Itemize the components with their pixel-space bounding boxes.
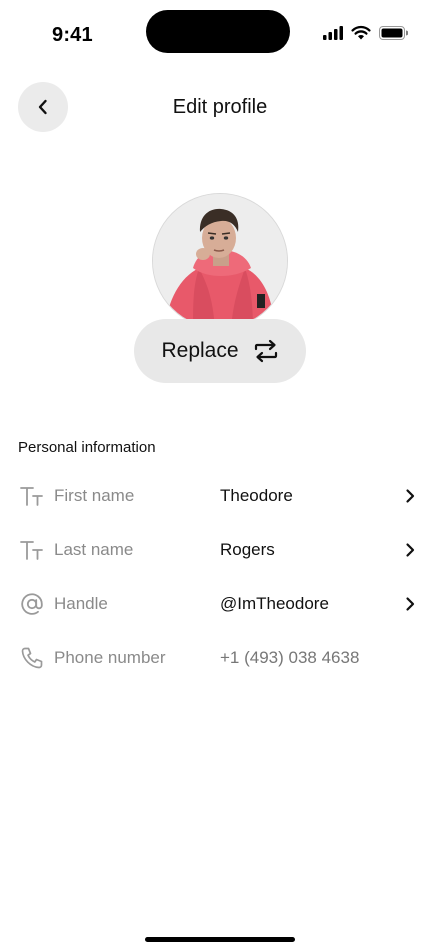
replace-photo-button[interactable]: Replace <box>134 319 306 383</box>
status-time: 9:41 <box>52 24 93 46</box>
phone-icon <box>21 647 43 669</box>
chevron-right-icon <box>406 489 415 503</box>
text-size-icon <box>20 487 43 506</box>
field-label: First name <box>54 486 135 505</box>
field-row-phone-number: Phone number +1 (493) 038 4638 <box>0 638 440 678</box>
field-label: Phone number <box>54 648 166 667</box>
field-value: +1 (493) 038 4638 <box>220 648 360 667</box>
page-title: Edit profile <box>172 96 268 118</box>
status-icons <box>323 25 408 40</box>
chevron-right-icon <box>406 543 415 557</box>
dynamic-island <box>146 10 290 53</box>
cellular-signal-icon <box>323 25 343 40</box>
text-size-icon <box>20 541 43 560</box>
repeat-arrows-icon <box>254 339 277 363</box>
field-value: @ImTheodore <box>220 594 329 613</box>
field-row-handle[interactable]: Handle @ImTheodore <box>0 584 440 624</box>
at-sign-icon <box>21 593 43 615</box>
avatar <box>152 193 288 329</box>
edit-profile-screen: 9:41 Edit profile Replace Personal infor… <box>0 0 440 952</box>
field-value: Theodore <box>220 486 293 505</box>
battery-icon <box>379 25 408 40</box>
home-indicator <box>145 937 295 942</box>
field-label: Handle <box>54 594 108 613</box>
field-label: Last name <box>54 540 134 559</box>
wifi-icon <box>351 25 371 40</box>
field-row-first-name[interactable]: First name Theodore <box>0 476 440 516</box>
field-value: Rogers <box>220 540 275 559</box>
field-row-last-name[interactable]: Last name Rogers <box>0 530 440 570</box>
profile-photo <box>153 194 287 328</box>
section-title: Personal information <box>18 439 156 456</box>
chevron-right-icon <box>406 597 415 611</box>
replace-label: Replace <box>161 339 239 362</box>
